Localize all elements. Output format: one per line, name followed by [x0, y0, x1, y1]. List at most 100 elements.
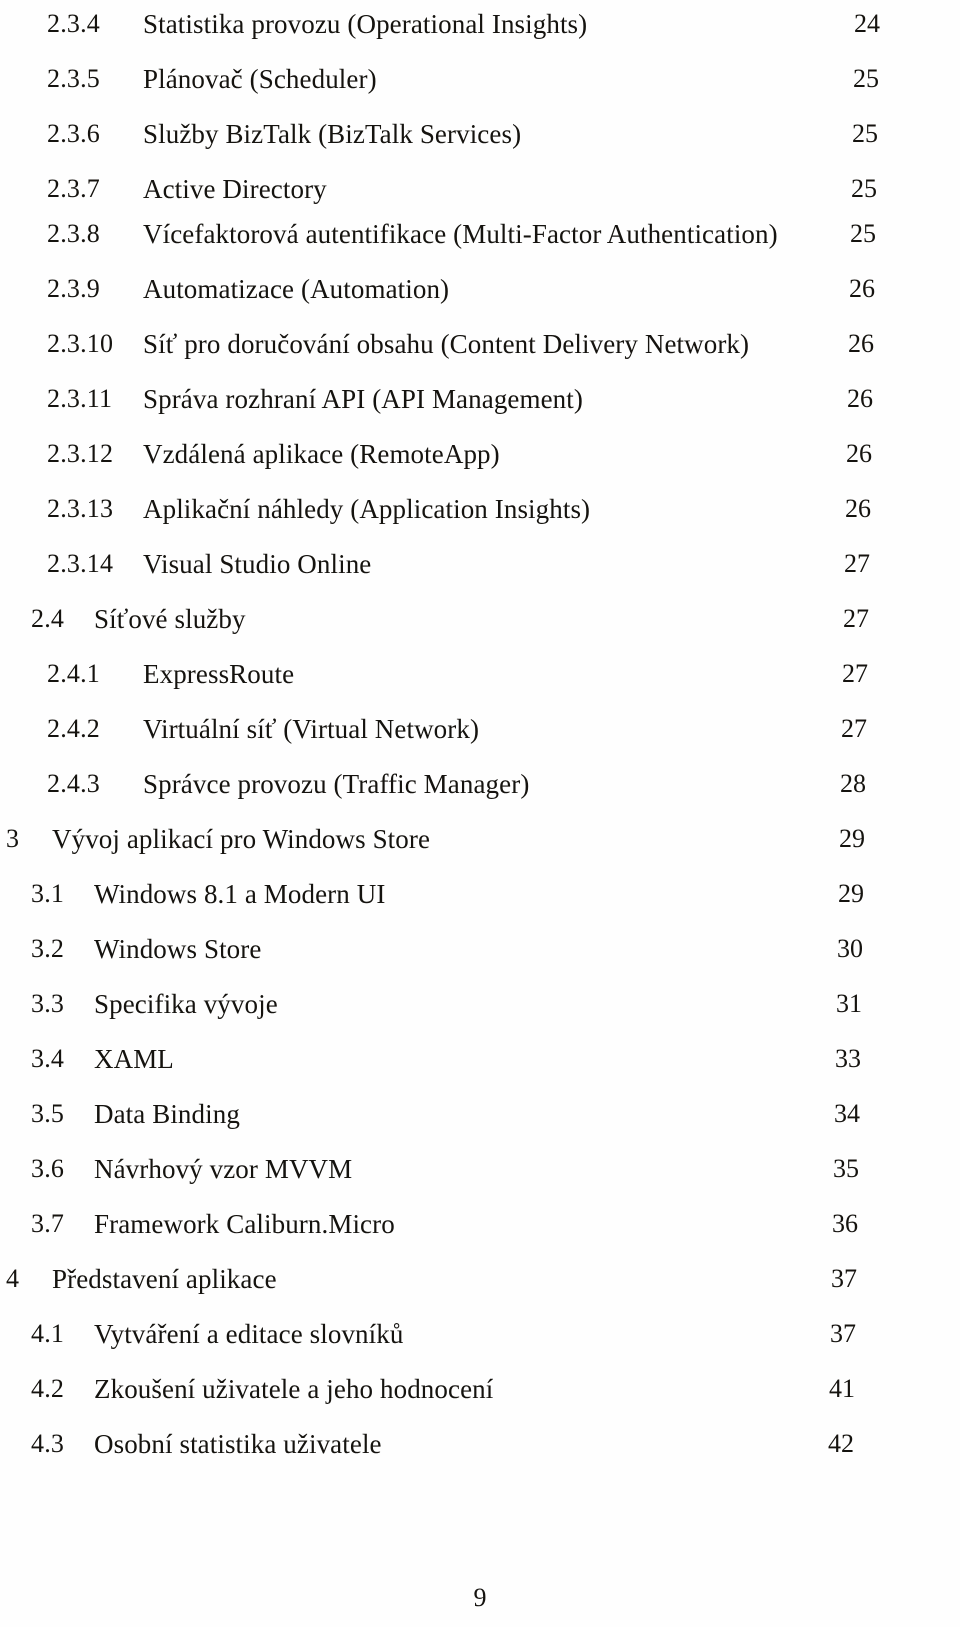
toc-entry[interactable]: 2.3.14 Visual Studio Online 27 — [0, 542, 960, 586]
toc-entry-page-number: 27 — [841, 714, 867, 743]
toc-entry-title: Specifika vývoje — [94, 989, 278, 1019]
toc-entry[interactable]: 3.3 Specifika vývoje 31 — [0, 982, 960, 1026]
toc-entry-number: 2.3.13 — [47, 494, 114, 523]
toc-entry-number: 4.3 — [31, 1429, 65, 1458]
toc-entry-number: 3 — [6, 824, 20, 853]
toc-entry-title: Představení aplikace — [52, 1264, 277, 1294]
toc-entry[interactable]: 2.4.3 Správce provozu (Traffic Manager) 28 — [0, 762, 960, 806]
toc-entry-number: 2.3.8 — [47, 219, 100, 248]
toc-entry[interactable]: 2.3.9 Automatizace (Automation) 26 — [0, 267, 960, 311]
toc-entry-number: 2.3.14 — [47, 549, 114, 578]
toc-entry-title: Služby BizTalk (BizTalk Services) — [143, 119, 522, 149]
toc-entry[interactable]: 2.3.11 Správa rozhraní API (API Managemen… — [0, 377, 960, 421]
toc-entry-page-number: 29 — [838, 879, 864, 908]
toc-entry-page-number: 26 — [845, 494, 871, 523]
toc-entry[interactable]: 3.6 Návrhový vzor MVVM 35 — [0, 1147, 960, 1191]
toc-entry[interactable]: 3.4 XAML 33 — [0, 1037, 960, 1081]
toc-entry[interactable]: 2.4 Síťové služby 27 — [0, 597, 960, 641]
toc-entry-title: Visual Studio Online — [143, 549, 372, 579]
toc-entry-page-number: 36 — [832, 1209, 858, 1238]
toc-entry-page-number: 42 — [828, 1429, 854, 1458]
toc-entry[interactable]: 3 Vývoj aplikací pro Windows Store 29 — [0, 817, 960, 861]
page-number-footer: 9 — [473, 1583, 487, 1612]
toc-entry-title: ExpressRoute — [143, 659, 295, 689]
toc-entry-number: 2.3.12 — [47, 439, 114, 468]
toc-entry-title: Osobní statistika uživatele — [94, 1429, 382, 1459]
toc-entry-title: Virtuální síť (Virtual Network) — [143, 714, 480, 744]
toc-entry-number: 3.7 — [31, 1209, 65, 1238]
toc-entry[interactable]: 2.3.13 Aplikační náhledy (Application Ins… — [0, 487, 960, 531]
toc-entry-title: Síťové služby — [94, 604, 246, 634]
toc-entry-number: 2.3.4 — [47, 9, 100, 38]
toc-entry[interactable]: 4 Představení aplikace 37 — [0, 1257, 960, 1301]
toc-entry-number: 4 — [6, 1264, 20, 1293]
toc-entry-number: 2.3.6 — [47, 119, 100, 148]
toc-entry-title: Správa rozhraní API (API Management) — [143, 384, 583, 414]
toc-entry-page-number: 28 — [840, 769, 866, 798]
toc-entry-number: 2.3.7 — [47, 174, 100, 203]
toc-entry-title: Automatizace (Automation) — [143, 274, 450, 304]
toc-entry-page-number: 30 — [837, 934, 863, 963]
toc-entry[interactable]: 3.7 Framework Caliburn.Micro 36 — [0, 1202, 960, 1246]
toc-entry-page-number: 26 — [848, 329, 874, 358]
toc-entry-title: Aplikační náhledy (Application Insights) — [143, 494, 591, 524]
toc-entry[interactable]: 4.3 Osobní statistika uživatele 42 — [0, 1422, 960, 1466]
toc-entry-page-number: 25 — [853, 64, 879, 93]
toc-entry[interactable]: 3.1 Windows 8.1 a Modern UI 29 — [0, 872, 960, 916]
toc-entry[interactable]: 2.4.2 Virtuální síť (Virtual Network) 27 — [0, 707, 960, 751]
toc-entry-title: Vzdálená aplikace (RemoteApp) — [143, 439, 500, 469]
toc-entry[interactable]: 2.3.12 Vzdálená aplikace (RemoteApp) 26 — [0, 432, 960, 476]
toc-entry-title: Vícefaktorová autentifikace (Multi-Facto… — [143, 219, 778, 249]
toc-entry[interactable]: 4.1 Vytváření a editace slovníků 37 — [0, 1312, 960, 1356]
table-of-contents-page: 2.3.4 Statistika provozu (Operational Ins… — [0, 0, 960, 1627]
toc-entry-title: Framework Caliburn.Micro — [94, 1209, 395, 1239]
toc-entry[interactable]: 2.3.8 Vícefaktorová autentifikace (Multi-… — [0, 212, 960, 256]
toc-entry[interactable]: 3.2 Windows Store 30 — [0, 927, 960, 971]
toc-entry-page-number: 25 — [852, 119, 878, 148]
toc-entry-page-number: 25 — [850, 219, 876, 248]
toc-entry[interactable]: 2.3.7 Active Directory 25 — [0, 167, 960, 211]
toc-entry-number: 3.2 — [31, 934, 65, 963]
toc-entry[interactable]: 2.3.4 Statistika provozu (Operational Ins… — [0, 2, 960, 46]
toc-entry-number: 4.1 — [31, 1319, 65, 1348]
toc-entry-page-number: 35 — [833, 1154, 859, 1183]
toc-entry-title: Windows Store — [94, 934, 262, 964]
toc-entry-title: Síť pro doručování obsahu (Content Deliv… — [143, 329, 750, 359]
toc-entry-page-number: 27 — [842, 659, 868, 688]
toc-entry-title: Data Binding — [94, 1099, 240, 1129]
toc-entry[interactable]: 3.5 Data Binding 34 — [0, 1092, 960, 1136]
toc-entry-number: 2.3.9 — [47, 274, 100, 303]
toc-entry[interactable]: 2.3.6 Služby BizTalk (BizTalk Services) 25 — [0, 112, 960, 156]
toc-entry-number: 3.1 — [31, 879, 65, 908]
toc-entry-number: 2.4.1 — [47, 659, 100, 688]
toc-entry-page-number: 25 — [851, 174, 877, 203]
toc-entry-number: 2.4.2 — [47, 714, 100, 743]
toc-entry-page-number: 37 — [831, 1264, 857, 1293]
toc-entry-title: Návrhový vzor MVVM — [94, 1154, 353, 1184]
toc-entry[interactable]: 4.2 Zkoušení uživatele a jeho hodnocení 41 — [0, 1367, 960, 1411]
toc-entry[interactable]: 2.3.5 Plánovač (Scheduler) 25 — [0, 57, 960, 101]
toc-entry-title: Zkoušení uživatele a jeho hodnocení — [94, 1374, 494, 1404]
toc-entry-title: Active Directory — [143, 174, 327, 204]
toc-entry-number: 3.4 — [31, 1044, 65, 1073]
toc-entry[interactable]: 2.3.10 Síť pro doručování obsahu (Content… — [0, 322, 960, 366]
toc-entry-number: 2.3.10 — [47, 329, 114, 358]
toc-entry-number: 2.4 — [31, 604, 65, 633]
toc-entry-page-number: 41 — [829, 1374, 855, 1403]
toc-entry-page-number: 27 — [843, 604, 869, 633]
toc-entry-page-number: 31 — [836, 989, 862, 1018]
toc-entry-number: 4.2 — [31, 1374, 65, 1403]
toc-entry-number: 2.3.5 — [47, 64, 100, 93]
toc-entry-page-number: 29 — [839, 824, 865, 853]
toc-entry-title: Vývoj aplikací pro Windows Store — [52, 824, 431, 854]
toc-entry-page-number: 37 — [830, 1319, 856, 1348]
toc-entry-number: 3.3 — [31, 989, 65, 1018]
toc-entry[interactable]: 2.4.1 ExpressRoute 27 — [0, 652, 960, 696]
toc-entry-page-number: 24 — [854, 9, 880, 38]
toc-entry-number: 3.5 — [31, 1099, 65, 1128]
toc-entry-title: Správce provozu (Traffic Manager) — [143, 769, 530, 799]
toc-entry-number: 3.6 — [31, 1154, 65, 1183]
toc-entry-number: 2.3.11 — [47, 384, 113, 413]
toc-entry-title: XAML — [94, 1044, 174, 1074]
toc-entry-page-number: 26 — [846, 439, 872, 468]
